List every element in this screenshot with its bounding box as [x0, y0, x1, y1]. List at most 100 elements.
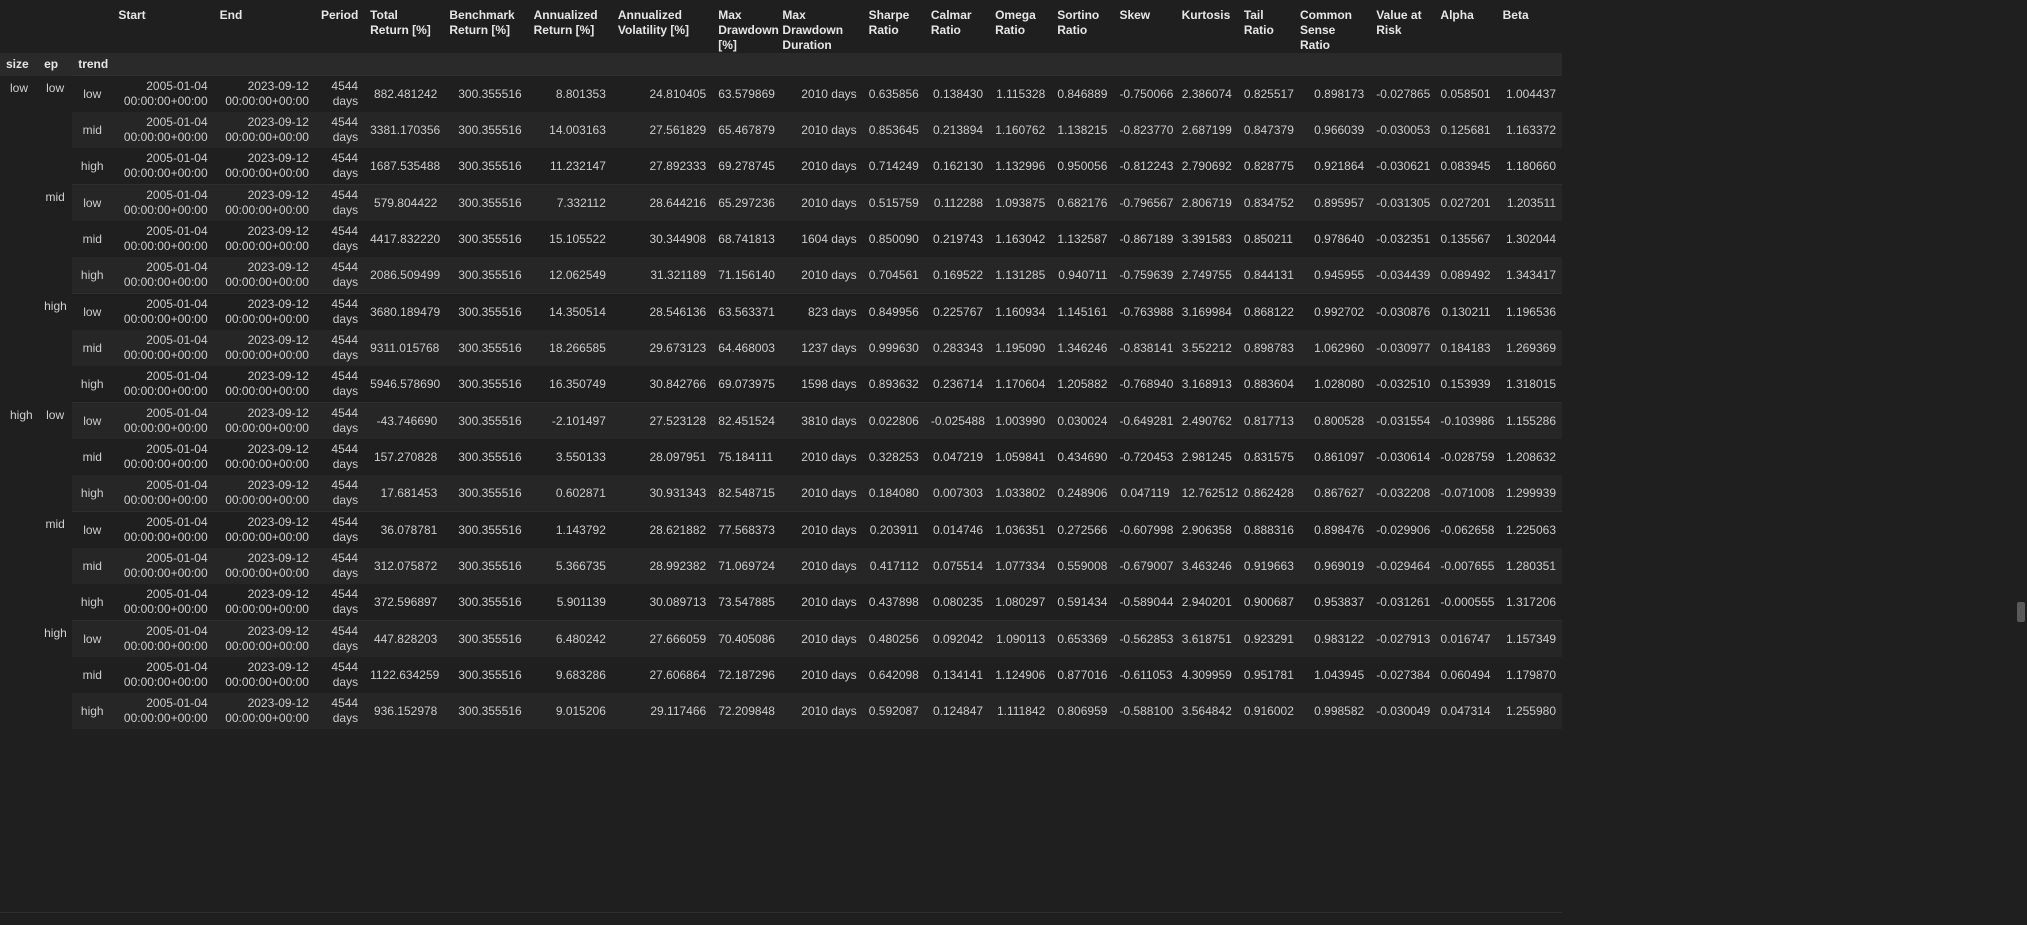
var-cell: -0.031261: [1370, 584, 1435, 621]
dd-dur-cell: 2010 days: [776, 693, 863, 729]
period-cell: 4544 days: [314, 620, 365, 657]
omega-cell: 1.163042: [989, 221, 1052, 257]
end-cell-line1: 2023-09-12: [247, 188, 309, 202]
period-cell-line2: days: [332, 166, 359, 180]
end-cell-line2: 00:00:00+00:00: [225, 602, 309, 616]
sortino-cell: 1.346246: [1051, 330, 1114, 366]
period-cell-line1: 4544: [331, 478, 359, 492]
scrollbar-thumb[interactable]: [2017, 602, 2025, 622]
omega-cell: 1.080297: [989, 584, 1052, 621]
dd-dur-cell: 2010 days: [776, 148, 863, 185]
omega-cell: 1.033802: [989, 475, 1052, 512]
omega-cell: 1.111842: [989, 693, 1052, 729]
calmar-cell: 0.219743: [924, 221, 990, 257]
table-row: high 2005-01-04 00:00:00+00:00 2023-09-12 00…: [0, 584, 1562, 621]
ann-return-cell: 1.143792: [527, 511, 612, 548]
omega-cell: 1.115328: [989, 75, 1052, 112]
end-cell-line2: 00:00:00+00:00: [225, 166, 309, 180]
start-cell-line1: 2005-01-04: [146, 333, 208, 347]
total-return-cell: 1122.634259: [364, 657, 444, 693]
start-cell: 2005-01-04 00:00:00+00:00: [112, 221, 214, 257]
sortino-cell: 0.806959: [1051, 693, 1114, 729]
period-cell-line1: 4544: [331, 115, 359, 129]
start-cell-line1: 2005-01-04: [146, 369, 208, 383]
sortino-cell: 0.846889: [1051, 75, 1114, 112]
period-cell-line2: days: [332, 493, 359, 507]
benchmark-cell: 300.355516: [443, 439, 528, 475]
end-cell-line2: 00:00:00+00:00: [225, 530, 309, 544]
start-cell-line1: 2005-01-04: [146, 151, 208, 165]
max-dd-cell: 65.297236: [712, 184, 777, 221]
sharpe-cell: 0.704561: [862, 257, 925, 294]
tail-cell: 0.862428: [1237, 475, 1294, 512]
csr-cell: 0.867627: [1293, 475, 1371, 512]
max-dd-cell: 68.741813: [712, 221, 777, 257]
kurtosis-cell: 2.790692: [1175, 148, 1238, 185]
start-cell: 2005-01-04 00:00:00+00:00: [112, 112, 214, 148]
end-cell-line1: 2023-09-12: [247, 551, 309, 565]
csr-cell: 0.895957: [1293, 184, 1371, 221]
index-trend-cell: high: [72, 584, 113, 621]
skew-cell: -0.750066: [1113, 75, 1176, 112]
end-cell: 2023-09-12 00:00:00+00:00: [213, 75, 315, 112]
kurtosis-cell: 3.168913: [1175, 366, 1238, 403]
start-cell: 2005-01-04 00:00:00+00:00: [112, 657, 214, 693]
ann-vol-cell: 28.621882: [611, 511, 713, 548]
start-cell-line1: 2005-01-04: [146, 224, 208, 238]
sortino-cell: 0.248906: [1051, 475, 1114, 512]
sharpe-cell: 0.714249: [862, 148, 925, 185]
end-cell-line1: 2023-09-12: [247, 224, 309, 238]
calmar-cell: 0.112288: [924, 184, 990, 221]
table-row: high low 2005-01-04 00:00:00+00:00 2023-09-1…: [0, 293, 1562, 403]
period-cell: 4544 days: [314, 257, 365, 294]
max-dd-cell: 72.187296: [712, 657, 777, 693]
alpha-cell: -0.000555: [1434, 584, 1497, 621]
start-cell: 2005-01-04 00:00:00+00:00: [112, 148, 214, 185]
end-cell-line1: 2023-09-12: [247, 79, 309, 93]
total-return-cell: 3381.170356: [364, 112, 444, 148]
alpha-cell: 0.135567: [1434, 221, 1497, 257]
alpha-cell: 0.047314: [1434, 693, 1497, 729]
index-trend-cell: mid: [72, 112, 113, 148]
calmar-cell: 0.134141: [924, 657, 990, 693]
var-cell: -0.027384: [1370, 657, 1435, 693]
period-cell-line2: days: [332, 384, 359, 398]
benchmark-cell: 300.355516: [443, 657, 528, 693]
end-cell-line2: 00:00:00+00:00: [225, 711, 309, 725]
index-trend-cell: low: [72, 75, 113, 112]
index-trend-cell: mid: [72, 330, 113, 366]
start-cell: 2005-01-04 00:00:00+00:00: [112, 620, 214, 657]
period-cell-line2: days: [332, 348, 359, 362]
sharpe-cell: 0.417112: [862, 548, 925, 584]
end-cell-line2: 00:00:00+00:00: [225, 312, 309, 326]
var-cell: -0.032208: [1370, 475, 1435, 512]
csr-cell: 1.043945: [1293, 657, 1371, 693]
benchmark-cell: 300.355516: [443, 112, 528, 148]
ann-vol-cell: 24.810405: [611, 75, 713, 112]
end-cell-line1: 2023-09-12: [247, 115, 309, 129]
end-cell-line1: 2023-09-12: [247, 624, 309, 638]
kurtosis-cell: 2.749755: [1175, 257, 1238, 294]
start-cell: 2005-01-04 00:00:00+00:00: [112, 330, 214, 366]
end-cell: 2023-09-12 00:00:00+00:00: [213, 184, 315, 221]
skew-cell: -0.679007: [1113, 548, 1176, 584]
csr-cell: 0.978640: [1293, 221, 1371, 257]
start-cell-line1: 2005-01-04: [146, 515, 208, 529]
table-row: high 2005-01-04 00:00:00+00:00 2023-09-12 00…: [0, 148, 1562, 185]
start-cell-line1: 2005-01-04: [146, 297, 208, 311]
start-cell: 2005-01-04 00:00:00+00:00: [112, 184, 214, 221]
index-trend-cell: mid: [72, 221, 113, 257]
table-row: high 2005-01-04 00:00:00+00:00 2023-09-12 00…: [0, 366, 1562, 403]
table-row: low low low 2005-01-04 00:00:00+00:00 2023-09…: [0, 75, 1562, 403]
alpha-cell: 0.184183: [1434, 330, 1497, 366]
start-cell-line1: 2005-01-04: [146, 188, 208, 202]
index-ep-cell: mid: [38, 184, 73, 294]
end-cell: 2023-09-12 00:00:00+00:00: [213, 402, 315, 439]
period-cell-line2: days: [332, 602, 359, 616]
end-cell-line1: 2023-09-12: [247, 333, 309, 347]
vertical-scrollbar[interactable]: [2016, 0, 2027, 925]
table-row: mid 2005-01-04 00:00:00+00:00 2023-09-12 00:…: [0, 657, 1562, 693]
end-cell-line1: 2023-09-12: [247, 515, 309, 529]
skew-cell: -0.763988: [1113, 293, 1176, 330]
dd-dur-cell: 2010 days: [776, 548, 863, 584]
